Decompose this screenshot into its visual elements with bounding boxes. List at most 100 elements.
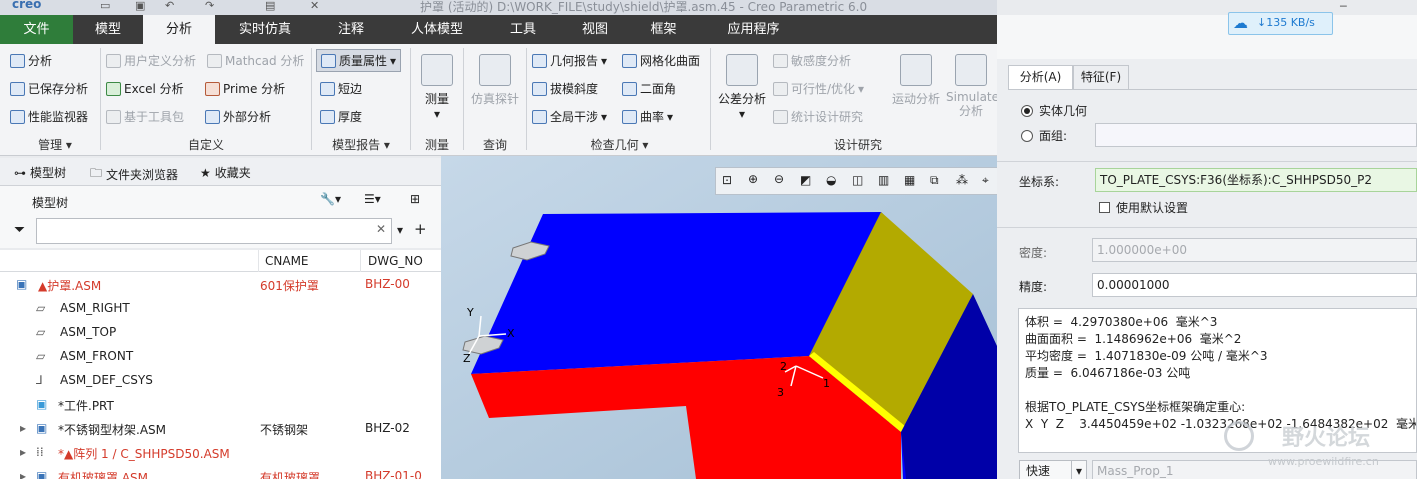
precision-field[interactable]: 0.00001000 <box>1092 273 1417 297</box>
undo-icon[interactable]: ↶ <box>165 0 174 12</box>
global-interference-button[interactable]: 全局干涉 ▾ <box>532 108 607 125</box>
draft-button[interactable]: 拔模斜度 <box>532 80 598 97</box>
user-defined-analysis-button[interactable]: 用户定义分析 <box>106 52 196 69</box>
mass-properties-button[interactable]: 质量属性 ▾ <box>316 49 402 72</box>
group-manage-label[interactable]: 管理 ▾ <box>10 136 100 153</box>
external-analysis-button[interactable]: 外部分析 <box>205 108 271 125</box>
window-icon[interactable]: ▤ <box>265 0 275 12</box>
new-icon[interactable]: ▭ <box>100 0 110 12</box>
minimize-icon[interactable]: ─ <box>1340 0 1347 13</box>
tree-row-pattern[interactable]: ▸ ⁞⁞ *▲阵列 1 / C_SHHPSD50.ASM <box>0 440 441 464</box>
analysis-button[interactable]: 分析 <box>10 52 52 69</box>
section-icon[interactable]: ⧉ <box>930 173 939 188</box>
redo-icon[interactable]: ↷ <box>205 0 214 12</box>
group-inspect-label[interactable]: 检查几何 ▾ <box>532 136 707 153</box>
tree-row-datum-plane[interactable]: ▱ ASM_FRONT <box>0 344 441 368</box>
perspective-icon[interactable]: ▦ <box>904 173 915 187</box>
tab-human-model[interactable]: 人体模型 <box>387 15 487 44</box>
tab-favorites[interactable]: ★ 收藏夹 <box>200 164 251 181</box>
tab-file[interactable]: 文件 <box>0 15 73 44</box>
panel-tab-feature[interactable]: 特征(F) <box>1073 65 1129 89</box>
default-setting-checkbox[interactable]: 使用默认设置 <box>1099 199 1188 216</box>
repaint-icon[interactable]: ◩ <box>800 173 811 187</box>
view-manager-icon[interactable]: ▥ <box>878 173 889 187</box>
toolkit-analysis-button[interactable]: 基于工具包 <box>106 108 184 125</box>
quick-select[interactable]: 快速 ▾ <box>1019 460 1087 479</box>
measure-button[interactable]: 测量 ▾ <box>413 54 461 121</box>
tree-row-datum-plane[interactable]: ▱ ASM_RIGHT <box>0 296 441 320</box>
tools-icon[interactable]: 🔧▾ <box>320 192 341 206</box>
display-style-icon[interactable]: ◒ <box>826 173 836 187</box>
tab-tools[interactable]: 工具 <box>487 15 559 44</box>
tab-applications[interactable]: 应用程序 <box>696 15 811 44</box>
save-icon[interactable]: ▣ <box>135 0 145 12</box>
curvature-button[interactable]: 曲率 ▾ <box>622 108 673 125</box>
tab-annotate[interactable]: 注释 <box>315 15 387 44</box>
prime-analysis-button[interactable]: Prime 分析 <box>205 80 285 97</box>
mathcad-analysis-button[interactable]: Mathcad 分析 <box>207 52 304 69</box>
tree-row-subassembly[interactable]: ▸ ▣ 有机玻璃罩.ASM 有机玻璃罩 BHZ-01-0 <box>0 464 441 479</box>
motion-analysis-button[interactable]: 运动分析 <box>888 54 944 107</box>
zoom-in-icon[interactable]: ⊕ <box>748 172 758 186</box>
chevron-down-icon[interactable]: ▾ <box>390 54 396 68</box>
csys-collector[interactable]: TO_PLATE_CSYS:F36(坐标系):C_SHHPSD50_P2 <box>1095 168 1417 192</box>
network-speed-badge[interactable]: ☁ ↓135 KB/s <box>1228 12 1333 35</box>
tree-row-subassembly[interactable]: ▸ ▣ *不锈钢型材架.ASM 不锈钢架 BHZ-02 <box>0 416 441 440</box>
thickness-button[interactable]: 厚度 <box>320 108 362 125</box>
mesh-surface-button[interactable]: 网格化曲面 <box>622 52 700 69</box>
filter-icon[interactable]: ⏷ <box>14 222 25 238</box>
tree-row-csys[interactable]: ⅃ ASM_DEF_CSYS <box>0 368 441 392</box>
density-field[interactable]: 1.000000e+00 <box>1092 238 1417 262</box>
spin-center-icon[interactable]: ⌖ <box>982 173 989 188</box>
chevron-down-icon[interactable]: ▾ <box>397 223 403 237</box>
datum-display-icon[interactable]: ⁂ <box>956 173 968 187</box>
add-icon[interactable]: + <box>414 220 427 238</box>
sim-probe-button[interactable]: 仿真探针 <box>466 54 524 107</box>
column-cname[interactable]: CNAME <box>265 254 309 268</box>
geometry-report-button[interactable]: 几何报告 ▾ <box>532 52 607 69</box>
short-edge-button[interactable]: 短边 <box>320 80 362 97</box>
chevron-down-icon: ▾ <box>738 107 746 121</box>
saved-analysis-button[interactable]: 已保存分析 <box>10 80 88 97</box>
watermark-text: 野火论坛 <box>1282 426 1371 451</box>
clear-icon[interactable]: ✕ <box>376 222 386 236</box>
group-model-report-label[interactable]: 模型报告 ▾ <box>316 136 406 153</box>
expand-icon[interactable]: ▸ <box>20 421 26 435</box>
tree-row-part[interactable]: ▣ *工件.PRT <box>0 392 441 416</box>
radio-icon <box>1021 104 1033 117</box>
sensitivity-analysis-button[interactable]: 敏感度分析 <box>773 52 851 69</box>
radio-quilt[interactable]: 面组: <box>1021 127 1067 144</box>
column-dwg-no[interactable]: DWG_NO <box>368 254 423 268</box>
tab-folder-browser[interactable]: 🗀 文件夹浏览器 <box>90 164 178 185</box>
refit-icon[interactable]: ⊡ <box>722 173 732 187</box>
radio-solid-geometry[interactable]: 实体几何 <box>1021 102 1087 119</box>
expand-icon[interactable]: ▸ <box>20 469 26 479</box>
tree-item-name: *▲阵列 1 / C_SHHPSD50.ASM <box>58 447 230 461</box>
saved-orientation-icon[interactable]: ◫ <box>852 173 863 187</box>
zoom-out-icon[interactable]: ⊖ <box>774 172 784 186</box>
tab-analysis[interactable]: 分析 <box>143 15 215 44</box>
statistical-design-button[interactable]: 统计设计研究 <box>773 108 863 125</box>
performance-monitor-button[interactable]: 性能监视器 <box>10 108 88 125</box>
model-3d-view[interactable]: Y X Z 2 1 3 <box>441 156 997 479</box>
display-filter-icon[interactable]: ⊞ <box>410 192 420 206</box>
tab-model-tree[interactable]: ⊶ 模型树 <box>14 164 66 181</box>
close-window-icon[interactable]: ✕ <box>310 0 319 12</box>
tab-framework[interactable]: 框架 <box>631 15 696 44</box>
tolerance-analysis-button[interactable]: 公差分析 ▾ <box>713 54 771 121</box>
quilt-collector[interactable] <box>1095 123 1417 147</box>
tab-view[interactable]: 视图 <box>559 15 631 44</box>
panel-tab-analysis[interactable]: 分析(A) <box>1008 65 1073 89</box>
tab-realtime-sim[interactable]: 实时仿真 <box>215 15 315 44</box>
graphics-viewport[interactable]: Y X Z 2 1 3 ⊡ ⊕ ⊖ ◩ ◒ ◫ ▥ ▦ ⧉ ⁂ ⌖ <box>441 156 1000 479</box>
feasibility-optimization-button[interactable]: 可行性/优化 ▾ <box>773 80 864 97</box>
excel-analysis-button[interactable]: Excel 分析 <box>106 80 184 97</box>
tab-model[interactable]: 模型 <box>73 15 143 44</box>
expand-icon[interactable]: ▸ <box>20 445 26 459</box>
tree-search-input[interactable]: ✕ <box>36 218 392 244</box>
tree-row-root[interactable]: ▣ ▲护罩.ASM 601保护罩 BHZ-00 <box>0 272 441 296</box>
settings-icon[interactable]: ☰▾ <box>364 192 381 206</box>
simulate-analysis-button[interactable]: Simulate 分析 <box>946 54 999 118</box>
tree-row-datum-plane[interactable]: ▱ ASM_TOP <box>0 320 441 344</box>
dihedral-angle-button[interactable]: 二面角 <box>622 80 676 97</box>
